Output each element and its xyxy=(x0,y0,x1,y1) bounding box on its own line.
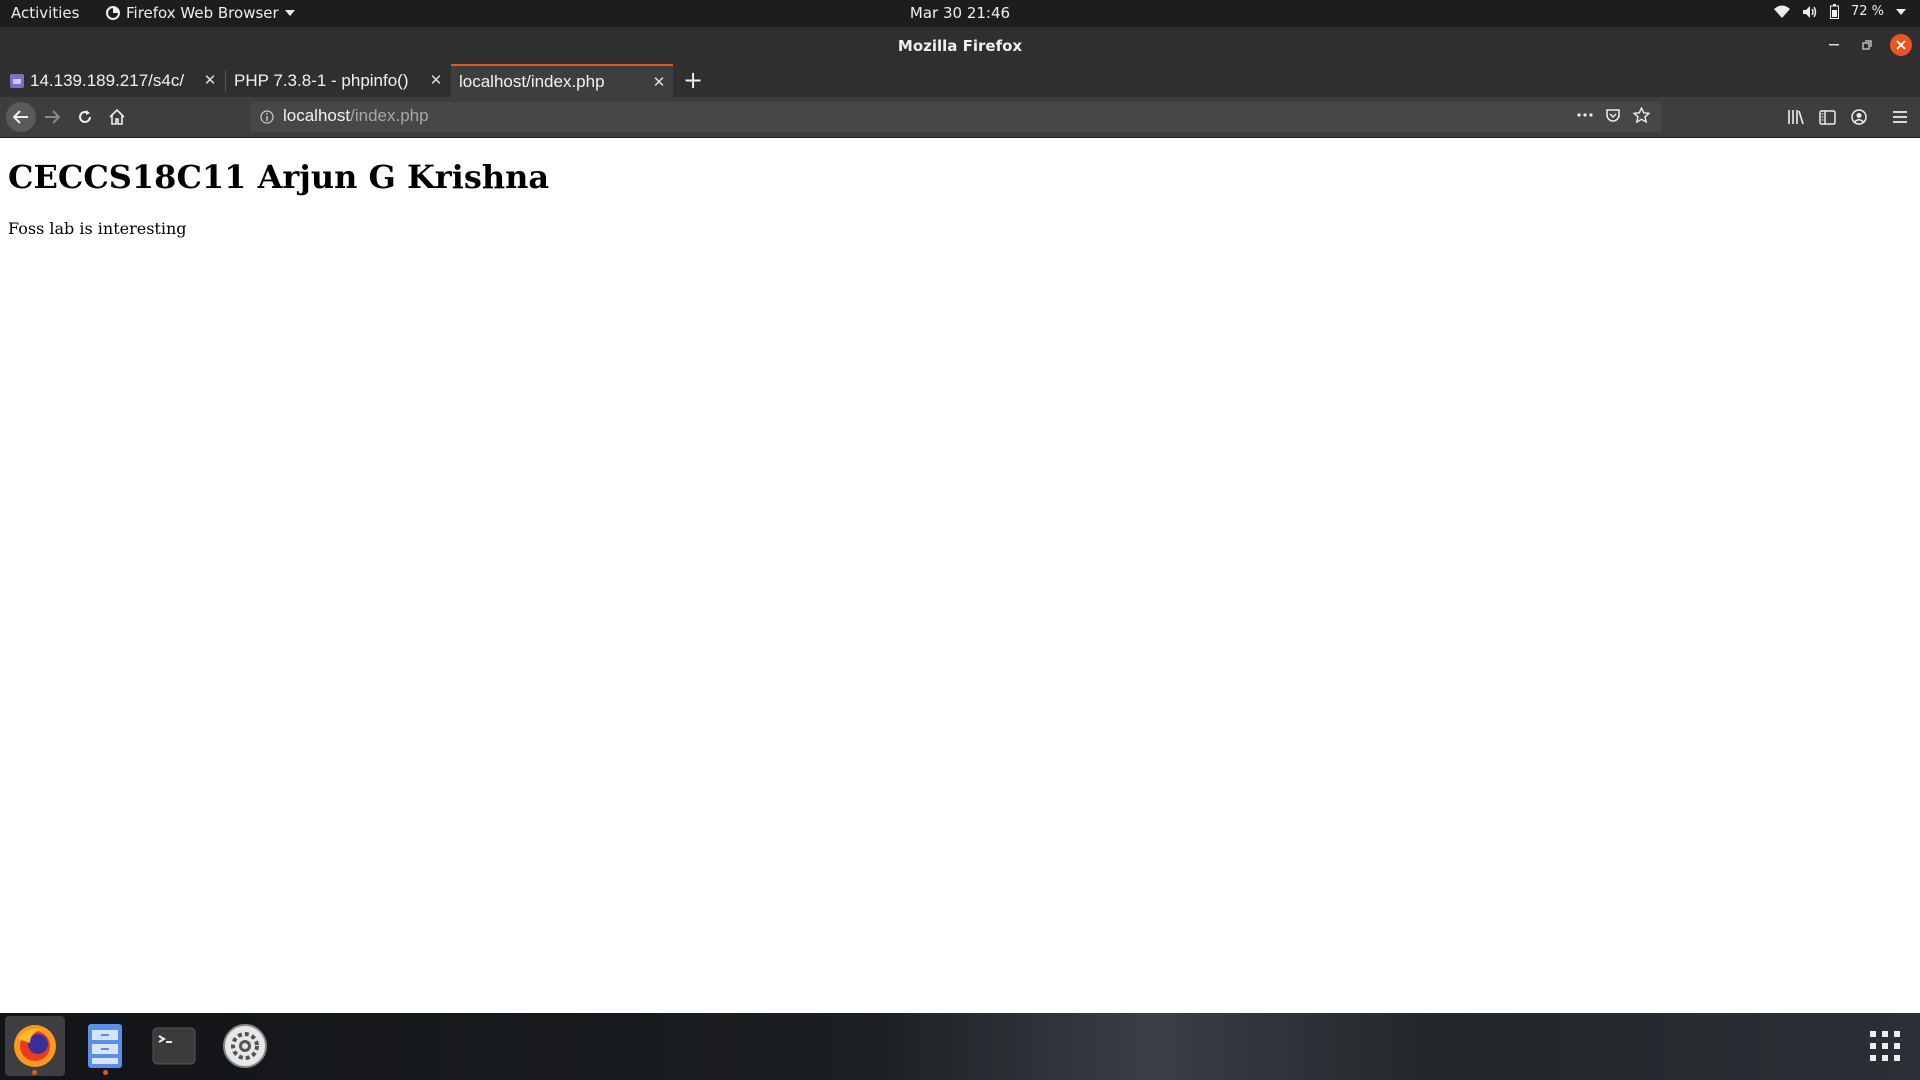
url-bar[interactable]: localhost/index.php xyxy=(250,102,1662,132)
app-menu[interactable]: Firefox Web Browser xyxy=(106,4,295,22)
back-button[interactable] xyxy=(6,102,36,132)
wifi-icon xyxy=(1773,5,1790,18)
tab-close-icon[interactable]: ✕ xyxy=(651,74,667,91)
reload-button[interactable] xyxy=(71,103,99,131)
dock xyxy=(0,1013,1920,1080)
show-apps-icon xyxy=(1870,1031,1900,1061)
new-tab-button[interactable]: + xyxy=(680,66,706,94)
tab-localhost-index[interactable]: localhost/index.php ✕ xyxy=(451,64,673,97)
page-paragraph: Foss lab is interesting xyxy=(8,219,187,238)
tab-close-icon[interactable]: ✕ xyxy=(202,72,218,89)
close-window-button[interactable] xyxy=(1890,34,1912,56)
page-actions-icon[interactable] xyxy=(1577,113,1593,117)
plus-icon: + xyxy=(682,66,704,94)
arrow-right-icon xyxy=(45,110,60,124)
running-indicator xyxy=(32,1070,37,1075)
sidebar-icon[interactable] xyxy=(1816,106,1838,128)
activities-button[interactable]: Activities xyxy=(11,4,79,22)
tab-label: 14.139.189.217/s4c/ xyxy=(30,70,185,90)
window-title: Mozilla Firefox xyxy=(897,37,1023,55)
tab-bar: 14.139.189.217/s4c/ ✕ PHP 7.3.8-1 - phpi… xyxy=(0,64,1920,97)
url-text[interactable]: localhost/index.php xyxy=(283,106,429,126)
volume-icon xyxy=(1802,5,1818,19)
minimize-button[interactable] xyxy=(1824,35,1844,55)
tab-label: PHP 7.3.8-1 - phpinfo() xyxy=(234,70,409,90)
navigation-toolbar: localhost/index.php xyxy=(0,97,1920,138)
tab-phpinfo[interactable]: PHP 7.3.8-1 - phpinfo() ✕ xyxy=(226,64,450,97)
url-host: localhost xyxy=(283,106,351,125)
system-status-area[interactable]: 72 % xyxy=(1773,4,1906,19)
dock-firefox[interactable] xyxy=(5,1016,65,1076)
dock-files[interactable] xyxy=(75,1016,135,1076)
forward-button[interactable] xyxy=(38,103,66,131)
files-icon xyxy=(88,1024,122,1068)
dock-terminal[interactable] xyxy=(144,1016,204,1076)
battery-icon xyxy=(1829,4,1839,19)
app-menu-label: Firefox Web Browser xyxy=(126,4,279,22)
pocket-icon[interactable] xyxy=(1605,107,1621,123)
library-icon[interactable] xyxy=(1785,106,1807,128)
info-icon[interactable] xyxy=(260,109,274,128)
account-icon[interactable] xyxy=(1848,106,1870,128)
battery-percentage: 72 % xyxy=(1850,4,1884,19)
arrow-left-icon xyxy=(13,110,28,124)
firefox-icon xyxy=(14,1025,56,1067)
terminal-icon xyxy=(152,1027,196,1065)
home-button[interactable] xyxy=(103,103,131,131)
tab-close-icon[interactable]: ✕ xyxy=(428,72,444,89)
bookmark-star-icon[interactable] xyxy=(1633,107,1650,123)
tab-s4c[interactable]: 14.139.189.217/s4c/ ✕ xyxy=(0,64,224,97)
page-heading: CECCS18C11 Arjun G Krishna xyxy=(8,158,550,196)
maximize-button[interactable] xyxy=(1857,35,1877,55)
caret-down-icon xyxy=(284,10,295,16)
home-icon xyxy=(109,109,125,125)
running-indicator xyxy=(103,1070,108,1075)
show-applications-button[interactable] xyxy=(1855,1016,1915,1076)
hamburger-menu-icon[interactable] xyxy=(1889,106,1911,128)
page-content: CECCS18C11 Arjun G Krishna Foss lab is i… xyxy=(0,138,1920,1013)
window-title-bar[interactable]: Mozilla Firefox xyxy=(0,27,1920,64)
caret-down-icon xyxy=(1896,8,1906,15)
firefox-icon xyxy=(106,6,120,20)
reload-icon xyxy=(79,110,91,123)
site-favicon-icon xyxy=(10,73,24,88)
close-icon xyxy=(1896,40,1906,50)
minimize-icon xyxy=(1829,44,1839,46)
tab-label: localhost/index.php xyxy=(459,71,605,91)
url-path: /index.php xyxy=(350,106,429,125)
settings-icon xyxy=(223,1024,267,1068)
dock-settings[interactable] xyxy=(215,1016,275,1076)
clock[interactable]: Mar 30 21:46 xyxy=(910,4,1010,22)
maximize-icon xyxy=(1862,40,1872,50)
gnome-top-bar: Activities Firefox Web Browser Mar 30 21… xyxy=(0,0,1920,27)
